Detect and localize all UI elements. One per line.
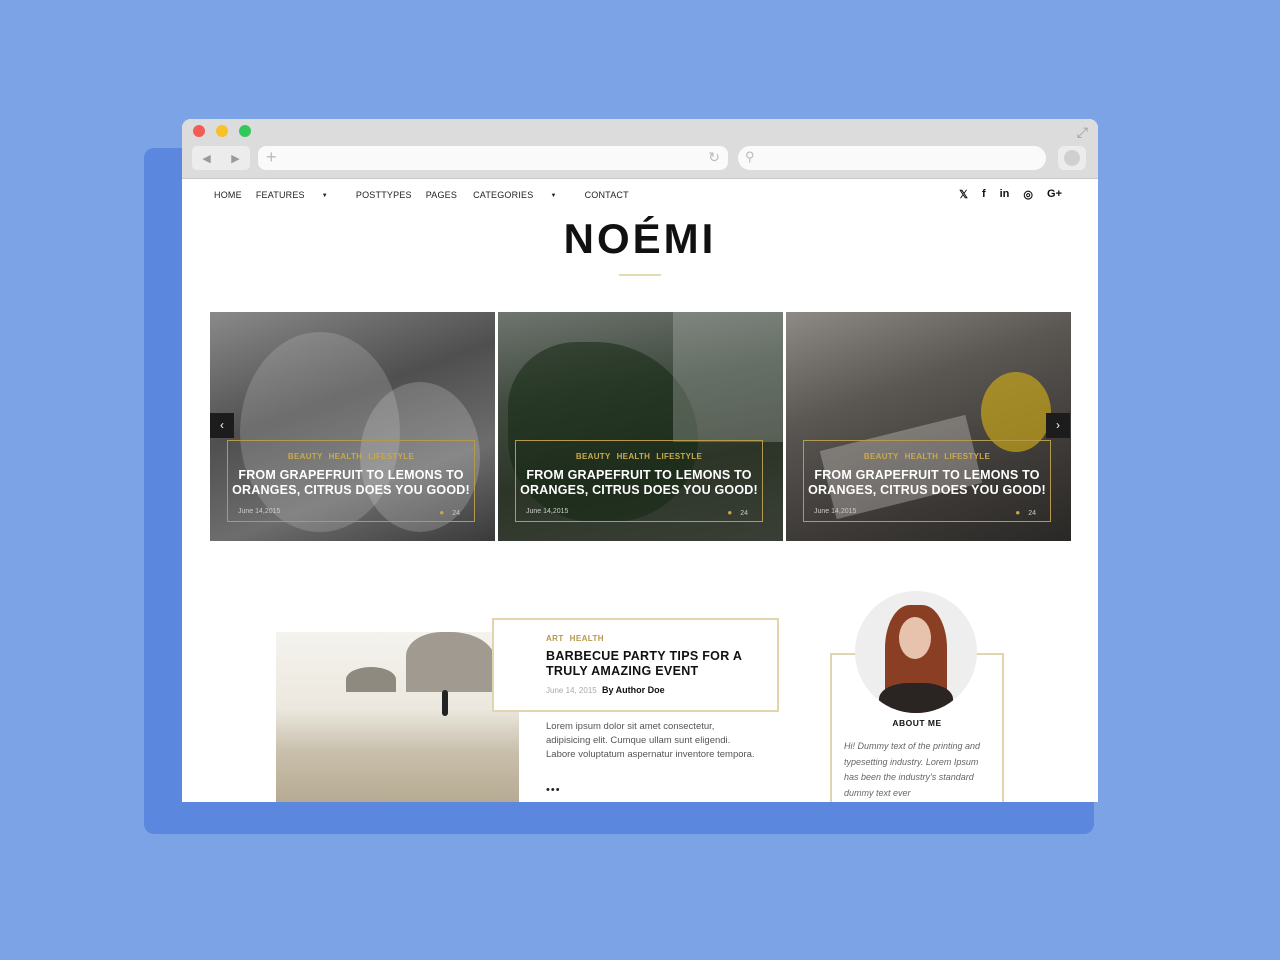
- category-link[interactable]: ART: [546, 634, 564, 643]
- browser-extension-button[interactable]: [1058, 146, 1086, 170]
- slide-categories: BEAUTY HEALTH LIFESTYLE: [804, 452, 1050, 461]
- slide[interactable]: BEAUTY HEALTH LIFESTYLE FROM GRAPEFRUIT TO…: [786, 312, 1071, 541]
- about-title: ABOUT ME: [892, 718, 942, 728]
- post-date: June 14, 2015: [546, 686, 597, 695]
- category-link[interactable]: LIFESTYLE: [944, 452, 990, 461]
- category-link[interactable]: HEALTH: [905, 452, 939, 461]
- social-links: 𝕏 f in ◎ G+: [959, 188, 1062, 201]
- menu-item-contact[interactable]: CONTACT: [585, 190, 629, 200]
- back-arrow-icon[interactable]: ◀: [202, 152, 210, 165]
- avatar: [855, 591, 977, 713]
- avatar-shape: [879, 683, 953, 713]
- slide-title[interactable]: FROM GRAPEFRUIT TO LEMONS TO ORANGES, CI…: [804, 468, 1050, 498]
- forward-arrow-icon[interactable]: ▶: [231, 152, 239, 165]
- menu-item-pages[interactable]: PAGES: [426, 190, 457, 200]
- browser-toolbar: ⤢ ◀ ▶ + ↻ ⚲: [182, 119, 1098, 179]
- history-nav: ◀ ▶: [192, 146, 250, 170]
- post-image-shape: [406, 632, 496, 692]
- post-title[interactable]: BARBECUE PARTY TIPS FOR A TRULY AMAZING …: [546, 649, 756, 679]
- main-menu: HOME FEATURES ▼ POSTTYPES PAGES CATEGORIE…: [214, 190, 643, 200]
- address-bar[interactable]: + ↻: [258, 146, 728, 170]
- category-link[interactable]: BEAUTY: [576, 452, 611, 461]
- instagram-icon[interactable]: ◎: [1023, 188, 1033, 201]
- slide-comments[interactable]: ● 24: [727, 508, 748, 517]
- menu-item-categories[interactable]: CATEGORIES ▼: [473, 190, 570, 200]
- slide-title[interactable]: FROM GRAPEFRUIT TO LEMONS TO ORANGES, CI…: [516, 468, 762, 498]
- menu-item-home[interactable]: HOME: [214, 190, 242, 200]
- site-logo[interactable]: NOÉMI: [182, 215, 1098, 263]
- avatar-shape: [899, 617, 931, 659]
- slide-caption: BEAUTY HEALTH LIFESTYLE FROM GRAPEFRUIT TO…: [803, 440, 1051, 522]
- linkedin-icon[interactable]: in: [1000, 188, 1010, 201]
- slide-comments[interactable]: ● 24: [1015, 508, 1036, 517]
- menu-item-features-label: FEATURES: [255, 190, 305, 200]
- slide-date: June 14,2015: [238, 508, 281, 515]
- menu-item-features[interactable]: FEATURES ▼: [256, 190, 342, 200]
- google-plus-icon[interactable]: G+: [1047, 188, 1062, 201]
- category-link[interactable]: HEALTH: [617, 452, 651, 461]
- slide[interactable]: BEAUTY HEALTH LIFESTYLE FROM GRAPEFRUIT TO…: [210, 312, 495, 541]
- fullscreen-icon[interactable]: ⤢: [1077, 124, 1088, 141]
- menu-item-categories-label: CATEGORIES: [473, 190, 534, 200]
- read-more-button[interactable]: •••: [546, 784, 561, 796]
- slide-comments[interactable]: ● 24: [439, 508, 460, 517]
- post-categories: ART HEALTH: [546, 634, 610, 643]
- logo-divider: [619, 274, 661, 276]
- close-window-button[interactable]: [193, 125, 205, 137]
- slide-categories: BEAUTY HEALTH LIFESTYLE: [516, 452, 762, 461]
- slide-caption: BEAUTY HEALTH LIFESTYLE FROM GRAPEFRUIT TO…: [227, 440, 475, 522]
- post-excerpt: Lorem ipsum dolor sit amet consectetur, …: [546, 721, 755, 760]
- post-thumbnail[interactable]: [276, 632, 519, 802]
- comment-icon: ●: [727, 508, 733, 517]
- comment-icon: ●: [439, 508, 445, 517]
- browser-search-bar[interactable]: ⚲: [738, 146, 1046, 170]
- new-tab-icon[interactable]: +: [266, 147, 277, 168]
- minimize-window-button[interactable]: [216, 125, 228, 137]
- comment-count: 24: [740, 510, 748, 517]
- slide-meta: June 14,2015 ● 24: [814, 508, 1036, 517]
- featured-slider: BEAUTY HEALTH LIFESTYLE FROM GRAPEFRUIT TO…: [210, 312, 1071, 541]
- reload-icon[interactable]: ↻: [708, 149, 720, 166]
- search-icon: ⚲: [745, 149, 755, 164]
- slide[interactable]: BEAUTY HEALTH LIFESTYLE FROM GRAPEFRUIT TO…: [498, 312, 783, 541]
- facebook-icon[interactable]: f: [982, 188, 986, 201]
- slide-categories: BEAUTY HEALTH LIFESTYLE: [228, 452, 474, 461]
- slide-date: June 14,2015: [814, 508, 857, 515]
- slider-prev-button[interactable]: ‹: [210, 413, 234, 438]
- about-text: Hi! Dummy text of the printing and types…: [844, 741, 981, 798]
- slider-next-button[interactable]: ›: [1046, 413, 1070, 438]
- comment-icon: ●: [1015, 508, 1021, 517]
- slide-date: June 14,2015: [526, 508, 569, 515]
- category-link[interactable]: HEALTH: [570, 634, 604, 643]
- category-link[interactable]: HEALTH: [329, 452, 363, 461]
- post-image-shape: [442, 690, 448, 716]
- category-link[interactable]: BEAUTY: [288, 452, 323, 461]
- comment-count: 24: [452, 510, 460, 517]
- category-link[interactable]: BEAUTY: [864, 452, 899, 461]
- slide-meta: June 14,2015 ● 24: [526, 508, 748, 517]
- category-link[interactable]: LIFESTYLE: [368, 452, 414, 461]
- post-image-shape: [346, 667, 396, 692]
- slide-meta: June 14,2015 ● 24: [238, 508, 460, 517]
- chevron-down-icon: ▼: [321, 192, 328, 199]
- maximize-window-button[interactable]: [239, 125, 251, 137]
- comment-count: 24: [1028, 510, 1036, 517]
- post-author[interactable]: By Author Doe: [602, 685, 665, 695]
- category-link[interactable]: LIFESTYLE: [656, 452, 702, 461]
- slide-image-shape: [673, 312, 783, 442]
- menu-item-posttypes[interactable]: POSTTYPES: [356, 190, 412, 200]
- slide-caption: BEAUTY HEALTH LIFESTYLE FROM GRAPEFRUIT TO…: [515, 440, 763, 522]
- slide-title[interactable]: FROM GRAPEFRUIT TO LEMONS TO ORANGES, CI…: [228, 468, 474, 498]
- browser-window: ⤢ ◀ ▶ + ↻ ⚲ HOME FEATURES ▼ POSTTYPES PAG…: [182, 119, 1098, 802]
- chevron-down-icon: ▼: [550, 192, 557, 199]
- twitter-icon[interactable]: 𝕏: [959, 188, 968, 201]
